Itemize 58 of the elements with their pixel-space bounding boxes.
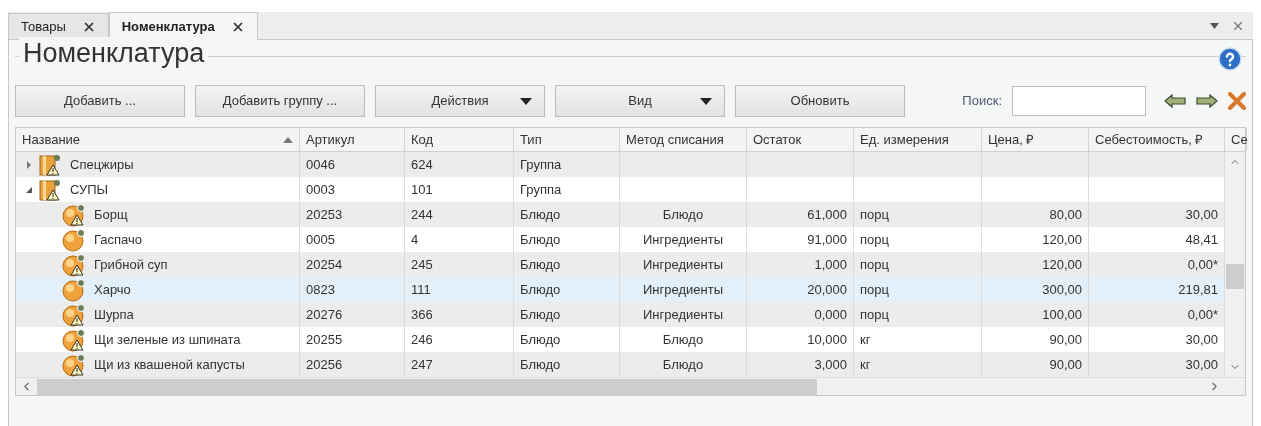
search-field[interactable] [1012, 86, 1146, 116]
column-header[interactable]: Се [1225, 128, 1247, 151]
column-header[interactable]: Себестоимость, ₽ [1089, 128, 1225, 151]
vertical-scrollbar[interactable] [1225, 152, 1245, 377]
table-row[interactable]: Спецжиры 0046 624 Группа [16, 152, 1225, 177]
caret-icon [520, 97, 532, 105]
folder-warning-icon [38, 152, 62, 177]
dish-icon [62, 227, 86, 252]
name-cell-text: Харчо [94, 280, 131, 299]
column-header[interactable]: Код [405, 128, 514, 151]
tab[interactable]: Номенклатура [108, 12, 258, 40]
table-row[interactable]: Шурпа 20276 366 Блюдо Ингредиенты 0,000 порц 100,00 0,00* [16, 302, 1225, 327]
dropdown-button[interactable]: Вид [555, 85, 725, 117]
toolbar-button[interactable]: Обновить [735, 85, 905, 117]
table-row[interactable]: Харчо 0823 111 Блюдо Ингредиенты 20,000 порц 300,00 219,81 [16, 277, 1225, 302]
name-cell-text: Гаспачо [94, 230, 143, 249]
sort-ascending-icon [283, 136, 293, 143]
name-cell-text: Спецжиры [70, 155, 134, 174]
dish-warning-icon [62, 352, 86, 377]
panel-title: Номенклатура [19, 37, 209, 69]
expand-caret-icon[interactable] [25, 160, 33, 169]
toolbar-button[interactable]: Добавить группу ... [195, 85, 365, 117]
dish-warning-icon [62, 202, 86, 227]
table-row[interactable]: Борщ 20253 244 Блюдо Блюдо 61,000 порц 80,00 30,00 [16, 202, 1225, 227]
column-header[interactable]: Тип [514, 128, 620, 151]
tab[interactable]: Товары [8, 13, 109, 39]
forward-arrow-icon[interactable] [1196, 94, 1218, 108]
dropdown-icon[interactable] [1210, 22, 1219, 29]
dish-icon [62, 277, 86, 302]
dropdown-button[interactable]: Действия [375, 85, 545, 117]
column-header[interactable]: Ед. измерения [854, 128, 982, 151]
dish-warning-icon [62, 252, 86, 277]
name-cell-text: Шурпа [94, 305, 134, 324]
name-cell-text: Щи из квашеной капусты [94, 355, 245, 374]
column-header[interactable]: Цена, ₽ [982, 128, 1089, 151]
scrollbar-thumb[interactable] [1226, 264, 1244, 289]
search-label: Поиск: [962, 92, 1002, 111]
horizontal-scrollbar[interactable] [16, 377, 1245, 395]
folder-warning-icon [38, 177, 62, 202]
name-cell-text: Щи зеленые из шпината [94, 330, 241, 349]
dish-warning-icon [62, 327, 86, 352]
back-arrow-icon[interactable] [1164, 94, 1186, 108]
column-header[interactable]: Название [16, 128, 300, 151]
name-cell-text: Борщ [94, 205, 128, 224]
column-header[interactable]: Артикул [300, 128, 405, 151]
table-row[interactable]: Щи из квашеной капусты 20256 247 Блюдо Блюдо 3,000 кг 90,00 30,00 [16, 352, 1225, 377]
toolbar-button[interactable]: Добавить ... [15, 85, 185, 117]
collapse-caret-icon[interactable] [25, 185, 33, 194]
scrollbar-thumb[interactable] [37, 378, 817, 395]
clear-icon[interactable] [1228, 92, 1246, 110]
table-row[interactable]: Грибной суп 20254 245 Блюдо Ингредиенты 1,000 порц 120,00 0,00* [16, 252, 1225, 277]
column-header[interactable]: Остаток [747, 128, 854, 151]
name-cell-text: Грибной суп [94, 255, 168, 274]
help-icon[interactable] [1218, 47, 1242, 71]
name-cell-text: СУПЫ [70, 180, 109, 199]
column-header[interactable]: Метод списания [620, 128, 747, 151]
dish-warning-icon [62, 302, 86, 327]
caret-icon [700, 97, 712, 105]
